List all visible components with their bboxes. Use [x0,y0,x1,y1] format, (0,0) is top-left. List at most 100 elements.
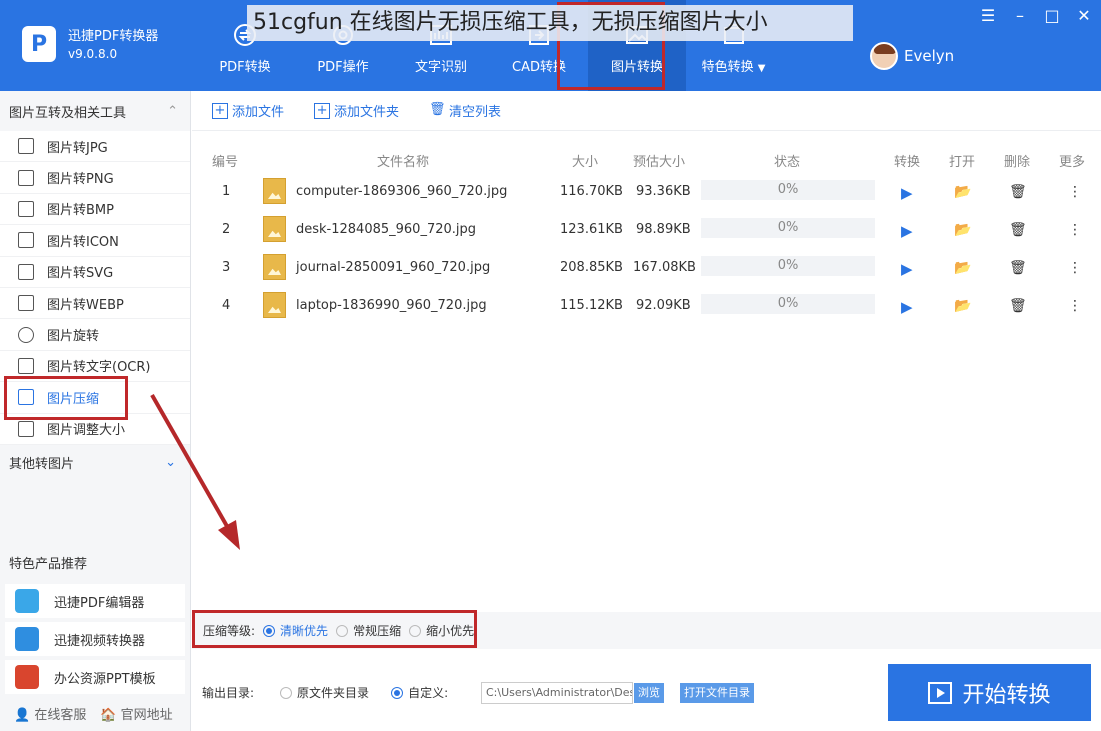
add-file-icon: + [212,102,228,119]
menu-icon[interactable]: ☰ [979,6,997,25]
window-controls: ☰ – □ ✕ [979,6,1093,25]
row-size: 123.61KB [560,222,623,237]
featured-ppt-templates[interactable]: 办公资源PPT模板 [5,660,185,694]
add-file-button[interactable]: + 添加文件 [212,101,284,120]
play-icon[interactable]: ▶ [901,260,913,278]
app-logo: P [22,26,56,62]
col-convert: 转换 [894,155,921,170]
featured-label: 迅捷视频转换器 [54,633,146,649]
folder-open-icon[interactable]: 📂 [954,222,971,238]
play-icon[interactable]: ▶ [901,184,913,202]
folder-open-icon[interactable]: 📂 [954,184,971,200]
text-icon [18,357,34,374]
sidebar-item-rotate[interactable]: 图片旋转 [0,319,190,351]
featured-pdf-editor[interactable]: 迅捷PDF编辑器 [5,584,185,618]
folder-open-icon[interactable]: 📂 [954,298,971,314]
featured-label: 迅捷PDF编辑器 [54,595,145,611]
sidebar-footer: 👤 在线客服 🏠 官网地址 [14,704,173,723]
option-custom-folder[interactable]: 自定义: [408,684,448,701]
image-icon [18,232,34,249]
featured-label: 办公资源PPT模板 [54,671,156,687]
file-toolbar: + 添加文件 + 添加文件夹 🗑 清空列表 [192,91,1101,131]
avatar [870,42,898,70]
section-title: 其他转图片 [9,457,75,473]
table-row[interactable]: 2 desk-1284085_960_720.jpg 123.61KB 98.8… [192,212,1101,250]
radio-source-folder[interactable] [280,686,293,699]
progress-bar: 0% [701,218,875,238]
start-convert-button[interactable]: 开始转换 [888,664,1091,721]
progress-bar: 0% [701,256,875,276]
row-num: 4 [222,298,231,313]
sidebar-item-label: 图片转SVG [47,266,114,282]
maximize-icon[interactable]: □ [1043,6,1061,25]
row-num: 3 [222,260,231,275]
user-name: Evelyn [904,47,955,65]
table-row[interactable]: 3 journal-2850091_960_720.jpg 208.85KB 1… [192,250,1101,288]
trash-icon[interactable]: 🗑 [1009,298,1027,314]
close-icon[interactable]: ✕ [1075,6,1093,25]
col-size: 大小 [572,155,599,170]
trash-icon[interactable]: 🗑 [1009,222,1027,238]
row-num: 2 [222,222,231,237]
more-icon[interactable]: ⋮ [1068,222,1082,238]
nav-label: 文字识别 [414,60,467,75]
table-row[interactable]: 1 computer-1869306_960_720.jpg 116.70KB … [192,174,1101,212]
col-more: 更多 [1059,155,1086,170]
sidebar-item-to-icon[interactable]: 图片转ICON [0,225,190,257]
row-size: 115.12KB [560,298,623,313]
col-status: 状态 [774,155,801,170]
row-est: 93.36KB [636,184,691,199]
col-delete: 删除 [1004,155,1031,170]
col-est: 预估大小 [633,155,686,170]
user-profile[interactable]: Evelyn [870,42,954,70]
video-icon [15,627,39,651]
sidebar-item-to-webp[interactable]: 图片转WEBP [0,287,190,320]
col-name: 文件名称 [377,155,430,170]
image-icon [18,138,34,155]
minimize-icon[interactable]: – [1011,6,1029,25]
add-folder-button[interactable]: + 添加文件夹 [314,101,399,120]
highlight-box-sidebar [4,376,128,420]
featured-video-converter[interactable]: 迅捷视频转换器 [5,622,185,656]
open-folder-button[interactable]: 打开文件目录 [680,683,754,703]
image-icon [18,169,34,186]
image-icon [18,295,34,312]
more-icon[interactable]: ⋮ [1068,260,1082,276]
sidebar-item-label: 图片转BMP [47,203,114,219]
more-icon[interactable]: ⋮ [1068,184,1082,200]
sidebar-item-to-jpg[interactable]: 图片转JPG [0,131,190,163]
play-icon[interactable]: ▶ [901,222,913,240]
highlight-box-options [192,610,477,648]
sidebar-item-to-svg[interactable]: 图片转SVG [0,256,190,288]
sidebar-item-label: 图片旋转 [47,329,100,345]
trash-icon: 🗑 [429,101,446,117]
option-source-folder[interactable]: 原文件夹目录 [297,684,369,701]
output-path-field[interactable]: C:\Users\Administrator\Desktop [481,682,633,704]
sidebar-section-image-tools[interactable]: 图片互转及相关工具 ⌃ [0,91,190,131]
browse-button[interactable]: 浏览 [634,683,664,703]
add-folder-icon: + [314,102,331,119]
sidebar-item-to-bmp[interactable]: 图片转BMP [0,193,190,226]
more-icon[interactable]: ⋮ [1068,298,1082,314]
progress-bar: 0% [701,294,875,314]
jpg-file-icon [263,254,286,280]
image-icon [18,420,34,437]
table-row[interactable]: 4 laptop-1836990_960_720.jpg 115.12KB 92… [192,288,1101,326]
nav-label: 特色转换 ▼ [701,60,766,75]
col-open: 打开 [949,155,976,170]
play-icon [928,681,953,704]
sidebar-item-to-png[interactable]: 图片转PNG [0,162,190,194]
trash-icon[interactable]: 🗑 [1009,260,1027,276]
clear-list-button[interactable]: 🗑 清空列表 [429,101,501,121]
app-name: 迅捷PDF转换器 [68,29,159,44]
service-link[interactable]: 👤 在线客服 [14,704,86,723]
row-est: 92.09KB [636,298,691,313]
play-icon[interactable]: ▶ [901,298,913,316]
row-size: 208.85KB [560,260,623,275]
trash-icon[interactable]: 🗑 [1009,184,1027,200]
sidebar-item-label: 图片转WEBP [47,297,124,313]
radio-custom-folder[interactable] [391,686,404,699]
folder-open-icon[interactable]: 📂 [954,260,971,276]
rotate-icon [18,326,34,343]
website-link[interactable]: 🏠 官网地址 [100,704,172,723]
